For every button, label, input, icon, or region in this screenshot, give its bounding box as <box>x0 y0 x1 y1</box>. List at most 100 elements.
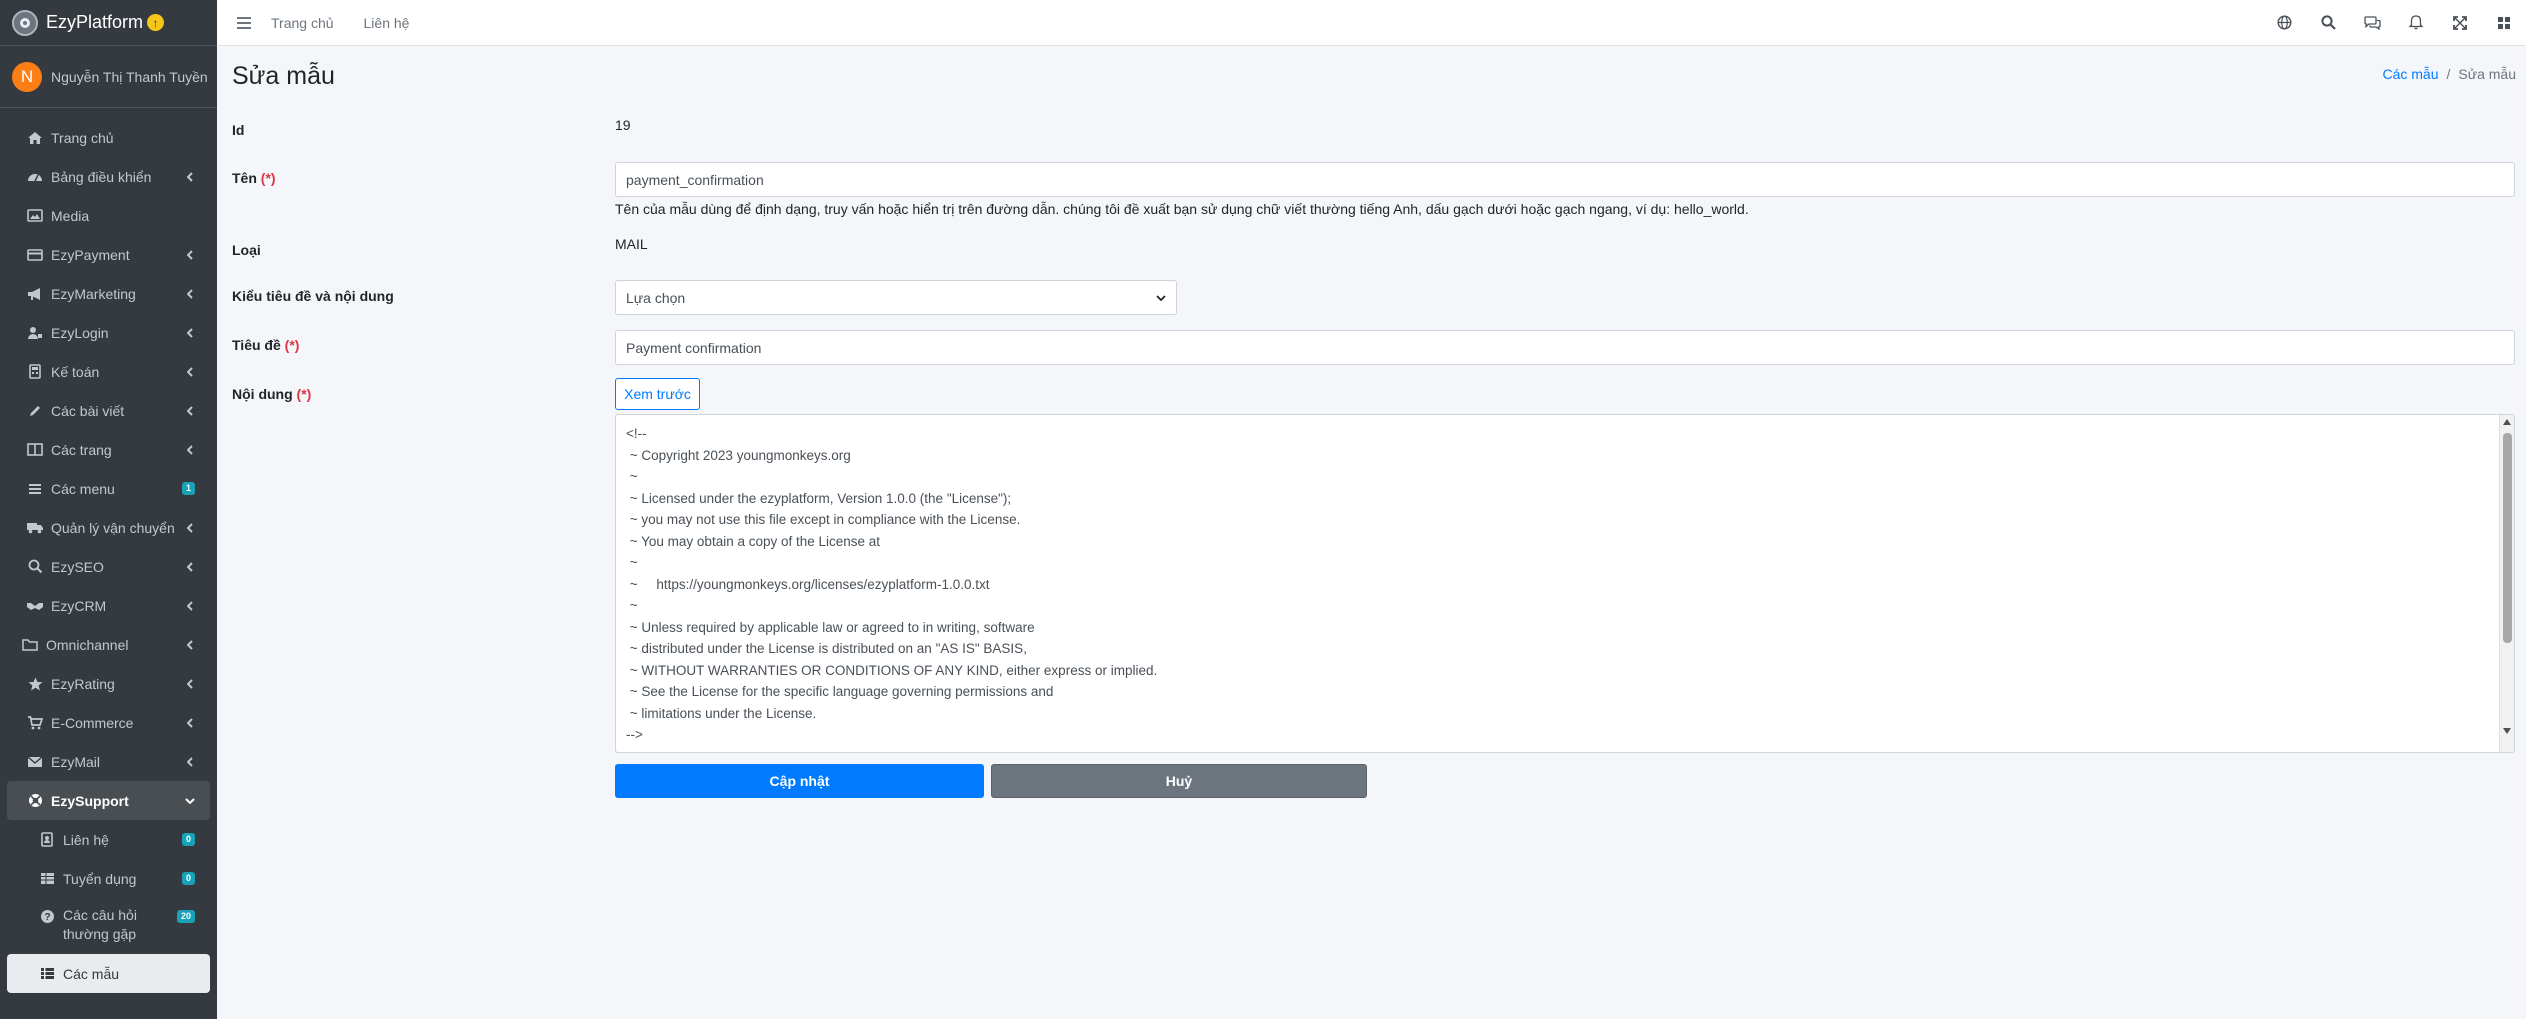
chevron-left-icon <box>185 366 195 377</box>
subject-input[interactable]: Payment confirmation <box>615 330 2515 365</box>
table-icon <box>37 871 57 887</box>
chevron-left-icon <box>185 249 195 260</box>
truck-icon <box>25 520 45 536</box>
scroll-thumb[interactable] <box>2503 433 2512 643</box>
chevron-left-icon <box>185 678 195 689</box>
style-label: Kiểu tiêu đề và nội dung <box>232 288 394 304</box>
calculator-icon <box>25 364 45 380</box>
chevron-left-icon <box>185 444 195 455</box>
type-label: Loại <box>232 242 261 258</box>
name-input[interactable]: payment_confirmation <box>615 162 2515 197</box>
brand[interactable]: EzyPlatform ↑ <box>0 0 217 46</box>
faq-count-badge: 20 <box>176 910 195 923</box>
recruitment-count-badge: 0 <box>181 872 195 885</box>
sidebar-item-pages[interactable]: Các trang <box>7 430 210 469</box>
nav-link-contact[interactable]: Liên hệ <box>364 15 410 31</box>
columns-icon <box>25 442 45 458</box>
sidebar-item-faq[interactable]: ? Các câu hỏi thường gặp 20 <box>7 898 210 954</box>
sidebar-item-menus[interactable]: Các menu 1 <box>7 469 210 508</box>
sidebar-item-ezyrating[interactable]: EzyRating <box>7 664 210 703</box>
support-icon <box>25 793 45 809</box>
chevron-down-icon <box>185 796 195 806</box>
chevron-left-icon <box>185 522 195 533</box>
upgrade-icon[interactable]: ↑ <box>147 14 165 31</box>
breadcrumb-current: Sửa mẫu <box>2458 66 2516 82</box>
address-book-icon <box>37 832 57 848</box>
sidebar-item-omnichannel[interactable]: Omnichannel <box>7 625 210 664</box>
sidebar-item-dashboard[interactable]: Bảng điều khiển <box>7 157 210 196</box>
sidebar-item-ezymail[interactable]: EzyMail <box>7 742 210 781</box>
chevron-left-icon <box>185 600 195 611</box>
star-icon <box>25 676 45 692</box>
fullscreen-icon[interactable] <box>2438 0 2482 45</box>
page-title: Sửa mẫu <box>232 62 335 90</box>
handshake-icon <box>25 598 45 614</box>
scroll-down-arrow[interactable] <box>2503 728 2511 734</box>
sidebar-item-ezysupport[interactable]: EzySupport <box>7 781 210 820</box>
sidebar-item-contacts[interactable]: Liên hệ 0 <box>7 820 210 859</box>
sidebar-item-ezypayment[interactable]: EzyPayment <box>7 235 210 274</box>
main-content: Sửa mẫu Các mẫu / Sửa mẫu Id 19 Tên (*) … <box>217 46 2526 1019</box>
user-name: Nguyễn Thị Thanh Tuyền <box>51 68 208 85</box>
hamburger-menu-icon[interactable] <box>217 16 271 29</box>
home-icon <box>25 130 45 146</box>
preview-button[interactable]: Xem trước <box>615 378 700 410</box>
avatar: N <box>12 61 42 92</box>
sidebar-item-ezycrm[interactable]: EzyCRM <box>7 586 210 625</box>
id-value: 19 <box>615 117 631 133</box>
megaphone-icon <box>25 286 45 302</box>
search-icon[interactable] <box>2306 0 2350 45</box>
sidebar-item-recruitment[interactable]: Tuyển dụng 0 <box>7 859 210 898</box>
sidebar-item-ecommerce[interactable]: E-Commerce <box>7 703 210 742</box>
sidebar-item-media[interactable]: Media <box>7 196 210 235</box>
chevron-left-icon <box>185 639 195 650</box>
content-text: <!-- ~ Copyright 2023 youngmonkeys.org ~… <box>626 426 1158 742</box>
required-mark: (*) <box>284 337 300 353</box>
user-lock-icon <box>25 325 45 341</box>
sidebar-item-shipping[interactable]: Quản lý vận chuyển <box>7 508 210 547</box>
chevron-down-icon <box>1156 294 1166 301</box>
style-select[interactable]: Lựa chọn <box>615 280 1177 315</box>
sidebar-item-posts[interactable]: Các bài viết <box>7 391 210 430</box>
sidebar-item-accounting[interactable]: Kế toán <box>7 352 210 391</box>
sidebar-item-ezylogin[interactable]: EzyLogin <box>7 313 210 352</box>
shopping-cart-icon <box>25 715 45 731</box>
cancel-button[interactable]: Huỷ <box>991 764 1367 798</box>
breadcrumb-templates-link[interactable]: Các mẫu <box>2382 66 2438 82</box>
sidebar-item-templates[interactable]: Các mẫu <box>7 954 210 993</box>
search-plus-icon <box>25 559 45 575</box>
sidebar-item-home[interactable]: Trang chủ <box>7 118 210 157</box>
nav-link-home[interactable]: Trang chủ <box>271 15 334 31</box>
update-button[interactable]: Cập nhật <box>615 764 984 798</box>
brand-logo-icon <box>12 9 38 36</box>
content-textarea[interactable]: <!-- ~ Copyright 2023 youngmonkeys.org ~… <box>615 414 2515 753</box>
bell-icon[interactable] <box>2394 0 2438 45</box>
breadcrumb-separator: / <box>2446 66 2451 82</box>
brand-name: EzyPlatform <box>46 12 144 32</box>
chevron-left-icon <box>185 561 195 572</box>
globe-icon[interactable] <box>2262 0 2306 45</box>
folder-icon <box>20 637 40 653</box>
chevron-left-icon <box>185 717 195 728</box>
chevron-left-icon <box>185 756 195 767</box>
image-icon <box>25 208 45 224</box>
chat-icon[interactable] <box>2350 0 2394 45</box>
sidebar-item-ezyseo[interactable]: EzySEO <box>7 547 210 586</box>
navbar-actions <box>2262 0 2526 45</box>
chevron-left-icon <box>185 288 195 299</box>
scroll-up-arrow[interactable] <box>2503 419 2511 425</box>
textarea-scrollbar[interactable] <box>2499 415 2514 752</box>
apps-grid-icon[interactable] <box>2482 0 2526 45</box>
top-navbar: Trang chủ Liên hệ <box>217 0 2526 46</box>
breadcrumb: Các mẫu / Sửa mẫu <box>2382 66 2516 82</box>
credit-card-icon <box>25 247 45 263</box>
name-help-text: Tên của mẫu dùng để định dạng, truy vấn … <box>615 201 1749 217</box>
sidebar-nav: Trang chủ Bảng điều khiển Media EzyPayme… <box>0 108 217 993</box>
sidebar-item-ezymarketing[interactable]: EzyMarketing <box>7 274 210 313</box>
name-label: Tên (*) <box>232 170 276 186</box>
user-panel[interactable]: N Nguyễn Thị Thanh Tuyền <box>0 46 217 108</box>
envelope-icon <box>25 754 45 770</box>
list-icon <box>37 966 57 982</box>
chevron-left-icon <box>185 405 195 416</box>
chevron-left-icon <box>185 327 195 338</box>
